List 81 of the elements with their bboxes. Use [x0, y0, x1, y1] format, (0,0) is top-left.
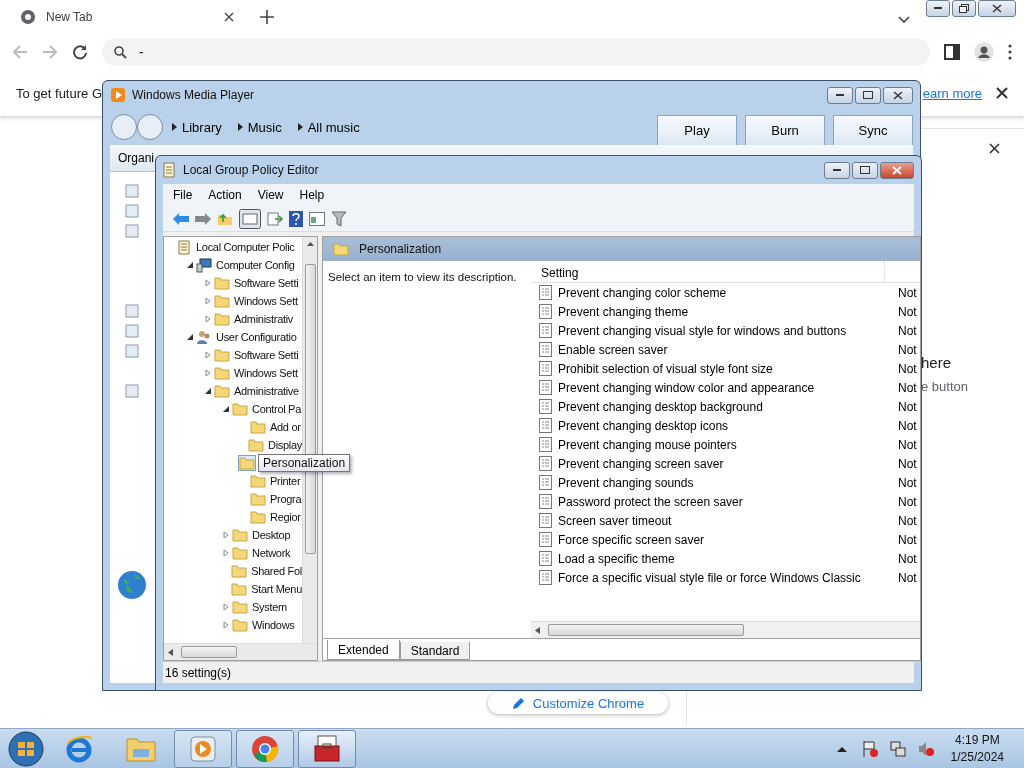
tree-item[interactable]: Start Menu: [251, 583, 302, 595]
tree-item[interactable]: Network: [252, 547, 291, 559]
setting-name[interactable]: Enable screen saver: [558, 342, 898, 357]
side-panel-text: e button: [921, 379, 969, 394]
setting-name[interactable]: Prevent changing sounds: [558, 475, 898, 490]
tree-item[interactable]: Windows: [252, 619, 295, 631]
player-tab[interactable]: Play: [657, 115, 737, 145]
setting-state: Not: [898, 323, 918, 338]
player-tab[interactable]: Sync: [833, 115, 913, 145]
learn-more-link[interactable]: earn more: [922, 85, 982, 101]
setting-name[interactable]: Prevent changing desktop background: [558, 399, 898, 414]
setting-name[interactable]: Password protect the screen saver: [558, 494, 898, 509]
clock-time: 4:19 PM: [954, 733, 1000, 747]
window-title: Windows Media Player: [132, 88, 255, 102]
view-tab[interactable]: Extended: [327, 640, 400, 660]
setting-name[interactable]: Prevent changing screen saver: [558, 456, 898, 471]
setting-state: Not: [898, 361, 918, 376]
setting-name[interactable]: Prevent changing window color and appearance: [558, 380, 898, 395]
setting-name[interactable]: Load a specific theme: [558, 551, 898, 566]
status-text: 16 setting(s): [165, 666, 232, 680]
setting-name[interactable]: Prevent changing desktop icons: [558, 418, 898, 433]
breadcrumb-link[interactable]: All music: [307, 119, 360, 135]
side-panel-heading: here: [921, 354, 953, 371]
setting-name[interactable]: Force specific screen saver: [558, 532, 898, 547]
tree-item[interactable]: Add or: [270, 421, 301, 433]
setting-name[interactable]: Prevent changing visual style for windows and buttons: [558, 323, 898, 338]
setting-state: Not: [898, 380, 918, 395]
setting-state: Not: [898, 513, 918, 528]
description-text: Select an item to view its description.: [328, 271, 517, 283]
tree-item[interactable]: Printer: [270, 475, 301, 487]
setting-state: Not: [898, 399, 918, 414]
clock-date: 1/25/2024: [950, 750, 1004, 764]
setting-state: Not: [898, 475, 918, 490]
setting-name[interactable]: Prevent changing theme: [558, 304, 898, 319]
setting-name[interactable]: Force a specific visual style file or force Windows Classic: [558, 570, 898, 585]
tree-item[interactable]: Software Setti: [234, 349, 299, 361]
setting-name[interactable]: Screen saver timeout: [558, 513, 898, 528]
tree-item[interactable]: Windows Sett: [234, 295, 298, 307]
setting-state: Not: [898, 532, 918, 547]
setting-state: Not: [898, 570, 918, 585]
tree-item[interactable]: Regior: [270, 511, 301, 523]
customize-chrome-button[interactable]: Customize Chrome: [488, 692, 668, 714]
tree-item[interactable]: Computer Config: [216, 259, 295, 271]
infobar-text: To get future G: [16, 85, 102, 101]
setting-state: Not: [898, 342, 918, 357]
breadcrumb-link[interactable]: Music: [247, 119, 282, 135]
setting-state: Not: [898, 285, 918, 300]
tree-item[interactable]: Administrative: [234, 385, 299, 397]
tree-item[interactable]: Administrativ: [234, 313, 294, 325]
setting-state: Not: [898, 551, 918, 566]
tree-item[interactable]: Local Computer Polic: [196, 241, 295, 253]
view-tab[interactable]: Standard: [399, 642, 471, 660]
tooltip: Personalization: [258, 454, 351, 472]
setting-state: Not: [898, 494, 918, 509]
menu-item[interactable]: File: [173, 188, 193, 202]
column-header[interactable]: Setting: [531, 261, 885, 282]
tree-item[interactable]: Control Pa: [252, 403, 301, 415]
pane-heading: Personalization: [359, 242, 442, 256]
tree-item[interactable]: Progra: [270, 493, 302, 505]
tree-item[interactable]: Desktop: [252, 529, 291, 541]
tree-item[interactable]: Windows Sett: [234, 367, 298, 379]
tree-item[interactable]: User Configuratio: [216, 331, 297, 343]
address-field[interactable]: -: [102, 38, 930, 66]
organize-menu[interactable]: Organi: [118, 151, 155, 165]
setting-state: Not: [898, 456, 918, 471]
setting-state: Not: [898, 304, 918, 319]
tree-item[interactable]: Software Setti: [234, 277, 299, 289]
menu-item[interactable]: Action: [208, 188, 242, 202]
breadcrumb-link[interactable]: Library: [182, 119, 222, 135]
tree-item[interactable]: System: [252, 601, 287, 613]
menu-item[interactable]: Help: [299, 188, 325, 202]
player-tab[interactable]: Burn: [745, 115, 825, 145]
setting-name[interactable]: Prevent changing color scheme: [558, 285, 898, 300]
setting-name[interactable]: Prevent changing mouse pointers: [558, 437, 898, 452]
setting-name[interactable]: Prohibit selection of visual style font size: [558, 361, 898, 376]
setting-state: Not: [898, 418, 918, 433]
tree-item[interactable]: Display: [268, 439, 302, 451]
setting-state: Not: [898, 437, 918, 452]
tree-item[interactable]: Shared Fol: [251, 565, 302, 577]
window-title: Local Group Policy Editor: [183, 163, 319, 177]
menu-item[interactable]: View: [257, 188, 284, 202]
